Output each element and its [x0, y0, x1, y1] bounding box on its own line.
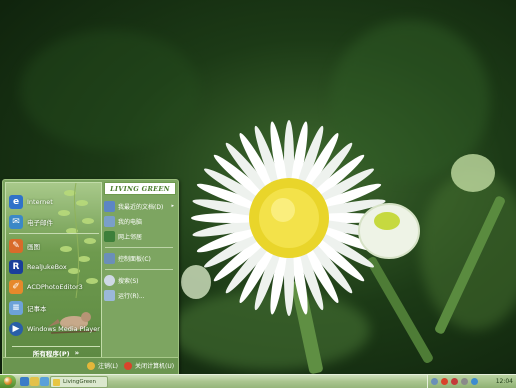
menu-separator	[105, 269, 173, 270]
logoff-button[interactable]: 注销(L)	[87, 361, 118, 370]
start-item-my-computer[interactable]: 我的电脑	[104, 214, 176, 228]
control-panel-icon	[104, 252, 115, 264]
start-item-run[interactable]: 运行(R)...	[104, 288, 176, 302]
bokeh-highlight	[20, 30, 200, 150]
photo-editor-icon: ✐	[9, 280, 23, 294]
menu-separator	[9, 233, 99, 234]
tray-messenger-icon[interactable]	[471, 378, 478, 385]
flower-bud	[181, 265, 211, 299]
notepad-icon: ≡	[9, 301, 23, 315]
paint-icon: ✎	[9, 239, 23, 253]
start-item-photo-editor[interactable]: ✐ ACDPhotoEditor3	[9, 277, 97, 297]
recent-docs-icon	[104, 200, 115, 212]
start-item-network[interactable]: 网上邻居	[104, 229, 176, 243]
start-item-recent-documents[interactable]: 我最近的文档(D) ▸	[104, 199, 176, 213]
flower-bud	[451, 154, 495, 192]
theme-brand-logo: LIVING GREEN	[104, 182, 176, 195]
my-computer-icon	[104, 215, 115, 227]
start-item-media-player[interactable]: ▶ Windows Media Player	[9, 319, 100, 339]
start-button[interactable]	[0, 375, 16, 388]
folder-icon	[53, 378, 60, 386]
taskbar: LivingGreen 12:04	[0, 374, 516, 388]
search-icon	[104, 274, 115, 286]
system-tray: 12:04	[427, 375, 516, 388]
start-item-internet[interactable]: e Internet	[9, 192, 97, 212]
clock[interactable]: 12:04	[496, 378, 513, 385]
realplayer-icon: R	[9, 260, 23, 274]
quicklaunch-browser-icon[interactable]	[20, 377, 29, 386]
network-icon	[104, 230, 115, 242]
tray-volume-icon[interactable]	[461, 378, 468, 385]
tray-network-icon[interactable]	[431, 378, 438, 385]
tray-antivirus-icon[interactable]	[441, 378, 448, 385]
start-item-notepad[interactable]: ≡ 记事本	[9, 298, 97, 318]
windows-logo-icon	[4, 377, 12, 385]
globe-icon: e	[9, 195, 23, 209]
quicklaunch-desktop-icon[interactable]	[30, 377, 39, 386]
run-icon	[104, 289, 115, 301]
media-player-icon: ▶	[9, 322, 23, 336]
submenu-arrow-icon: ▸	[171, 203, 174, 209]
logoff-icon	[87, 361, 95, 370]
shutdown-button[interactable]: 关闭计算机(U)	[124, 361, 174, 370]
start-item-paint[interactable]: ✎ 画图	[9, 236, 97, 256]
menu-separator	[105, 247, 173, 248]
start-item-search[interactable]: 搜索(S)	[104, 273, 176, 287]
start-menu: e Internet ✉ 电子邮件 ✎ 画图 R RealJukeBox ✐ A…	[2, 179, 179, 375]
start-item-control-panel[interactable]: 控制面板(C)	[104, 251, 176, 265]
start-menu-right-pane: LIVING GREEN 我最近的文档(D) ▸ 我的电脑 网上邻居 控制面板(…	[102, 182, 176, 356]
start-menu-footer: 注销(L) 关闭计算机(U)	[3, 357, 178, 374]
tray-shield-icon[interactable]	[451, 378, 458, 385]
taskbar-window-button[interactable]: LivingGreen	[50, 376, 108, 388]
quicklaunch-media-icon[interactable]	[40, 377, 49, 386]
start-item-email[interactable]: ✉ 电子邮件	[9, 212, 97, 232]
power-icon	[124, 361, 132, 370]
mail-icon: ✉	[9, 215, 23, 229]
start-item-realjukebox[interactable]: R RealJukeBox	[9, 257, 97, 277]
start-menu-left-pane: e Internet ✉ 电子邮件 ✎ 画图 R RealJukeBox ✐ A…	[5, 182, 102, 358]
double-chevron-right-icon: »	[74, 348, 80, 357]
flower-bud	[358, 203, 420, 259]
